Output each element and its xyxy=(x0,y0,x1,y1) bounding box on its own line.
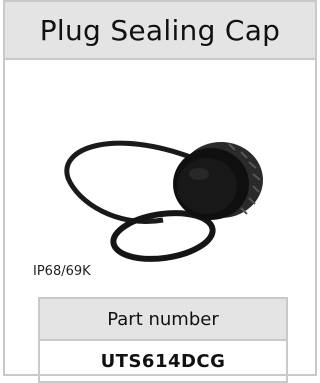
part-number-value: UTS614DCG xyxy=(100,350,226,372)
part-number-table: Part number UTS614DCG xyxy=(38,297,288,383)
ip-rating-label: IP68/69K xyxy=(33,264,91,279)
product-image xyxy=(43,108,303,268)
sealing-cap-illustration xyxy=(64,140,263,262)
product-card: Plug Sealing Cap IP68/69K Part number UT… xyxy=(3,0,317,383)
page-title: Plug Sealing Cap xyxy=(5,2,315,60)
part-number-header: Part number xyxy=(40,299,286,341)
